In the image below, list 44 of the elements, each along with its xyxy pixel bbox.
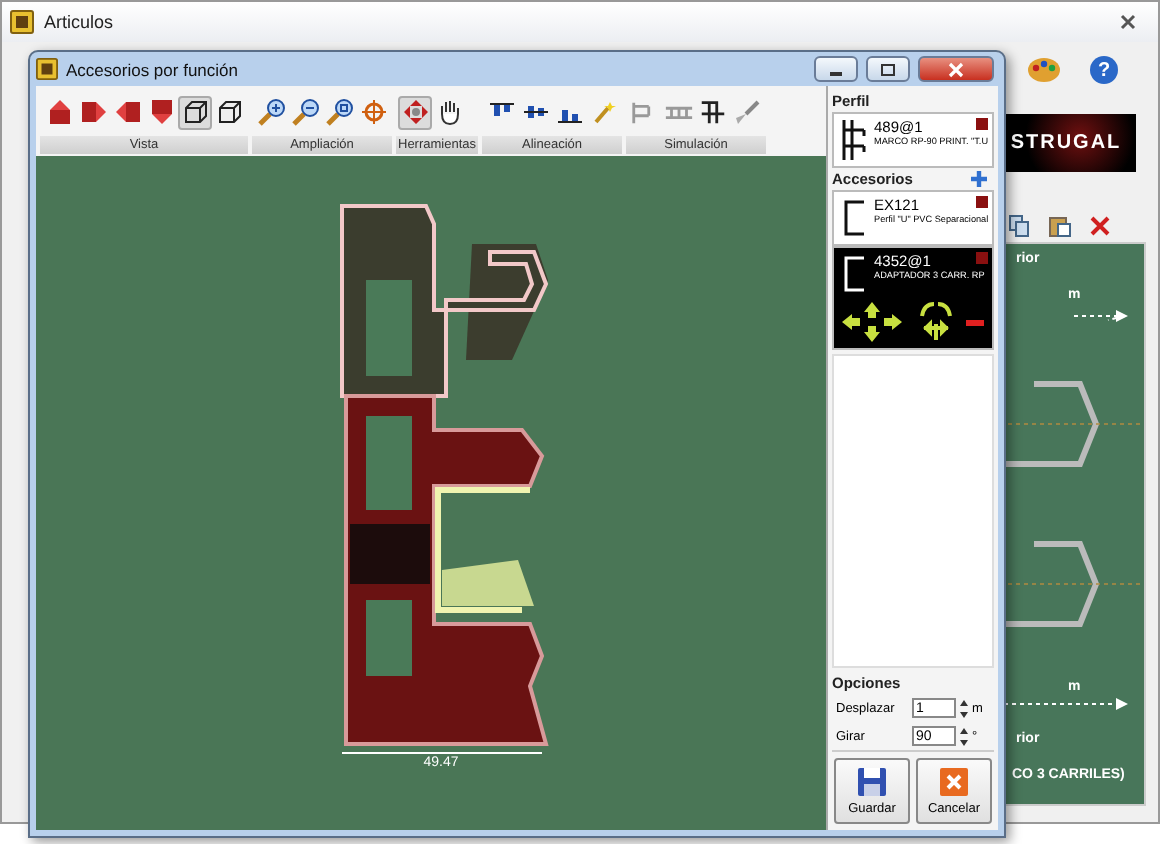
status-square bbox=[976, 196, 988, 208]
app-icon bbox=[10, 10, 34, 34]
plus-icon[interactable] bbox=[970, 170, 988, 188]
magnifier-icon bbox=[291, 98, 319, 126]
magnifier-icon bbox=[325, 98, 353, 126]
arrow-block-icon bbox=[113, 98, 141, 126]
tool-button[interactable] bbox=[178, 95, 212, 129]
maximize-icon bbox=[880, 63, 896, 75]
hand-icon bbox=[435, 98, 463, 126]
cancel-icon bbox=[938, 766, 970, 798]
paste-icon[interactable] bbox=[1048, 214, 1072, 238]
rotate-arrows-icon[interactable] bbox=[914, 300, 958, 344]
close-icon bbox=[946, 61, 966, 77]
tool-button[interactable] bbox=[254, 95, 288, 129]
brush-icon bbox=[733, 98, 762, 126]
arrow-block-icon bbox=[79, 98, 107, 126]
app-icon bbox=[36, 58, 58, 80]
minimize-button[interactable] bbox=[814, 56, 858, 82]
tool-button[interactable] bbox=[288, 95, 322, 129]
move-arrows-icon bbox=[401, 98, 429, 126]
help-button[interactable]: ? bbox=[1090, 56, 1118, 84]
window-title: Articulos bbox=[44, 12, 114, 32]
tool-button[interactable] bbox=[322, 95, 356, 129]
magnifier-icon bbox=[257, 98, 285, 126]
cube-icon bbox=[215, 98, 243, 126]
crosshair-icon bbox=[359, 98, 387, 126]
minus-icon[interactable] bbox=[966, 319, 984, 325]
copy-icon[interactable] bbox=[1008, 214, 1032, 238]
status-square bbox=[976, 118, 988, 130]
dialog-title: Accesorios por función bbox=[66, 59, 238, 79]
maximize-button[interactable] bbox=[866, 56, 910, 82]
profile-icon bbox=[838, 118, 870, 162]
spinner-icon[interactable] bbox=[960, 727, 968, 745]
profile-icon bbox=[698, 98, 729, 126]
cube-icon bbox=[181, 98, 209, 126]
arrow-block-icon bbox=[147, 98, 175, 126]
arrow-block-icon bbox=[45, 98, 73, 126]
spinner-icon[interactable] bbox=[960, 699, 968, 717]
delete-icon[interactable] bbox=[1088, 214, 1112, 238]
wand-icon bbox=[589, 98, 618, 126]
move-arrows-icon[interactable] bbox=[838, 300, 906, 344]
palette-icon[interactable] bbox=[1026, 56, 1062, 84]
status-square bbox=[976, 252, 988, 264]
close-button[interactable] bbox=[918, 56, 994, 82]
